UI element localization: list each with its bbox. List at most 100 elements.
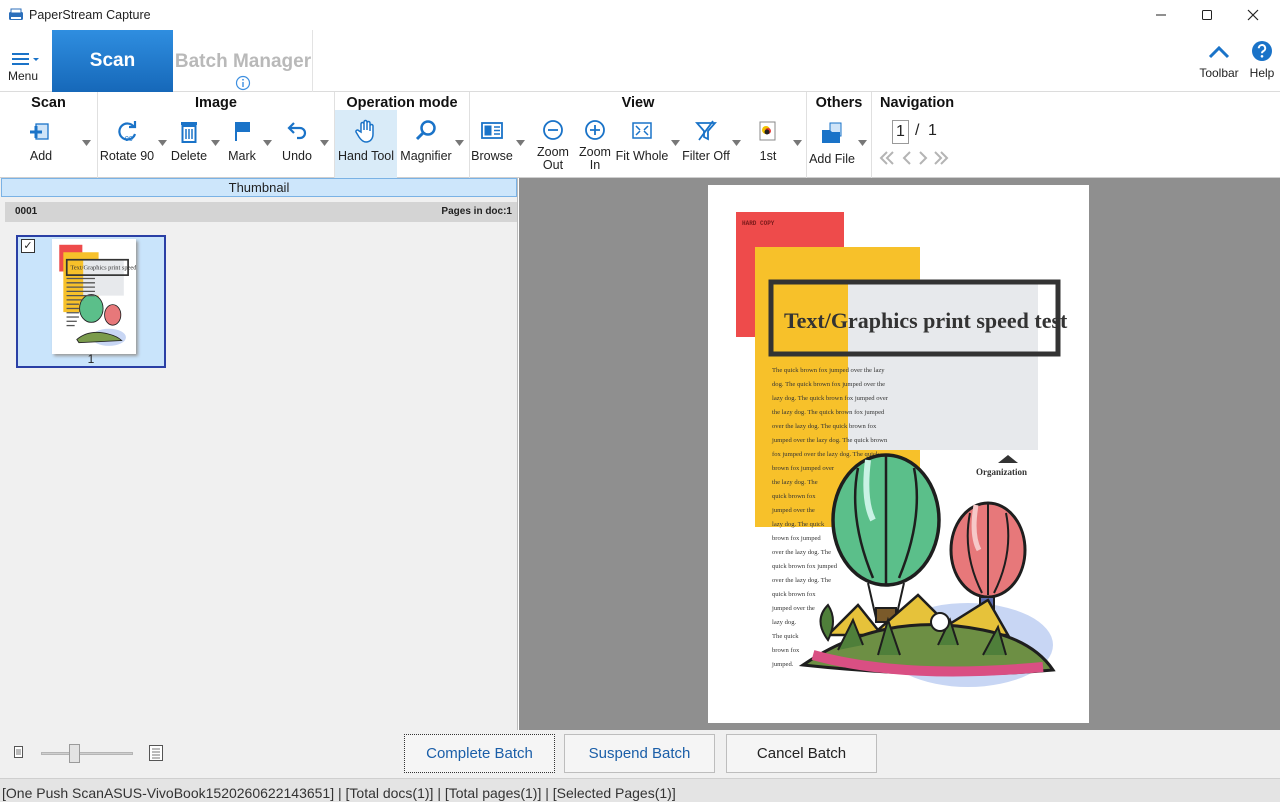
title-bar: PaperStream Capture — [0, 0, 1280, 30]
pages-in-doc: Pages in doc:1 — [441, 206, 512, 217]
toolbar-collapse-button[interactable]: Toolbar — [1196, 40, 1242, 84]
zoom-out-label: Zoom Out — [537, 145, 569, 172]
body-text-line: fox jumped over the lazy dog. The quick — [772, 451, 880, 458]
rotate-dropdown-arrow-icon[interactable] — [158, 140, 167, 146]
body-text-line: quick brown fox jumped — [772, 563, 838, 570]
scanned-page: HARD COPY Text/Graphics print speed test… — [708, 185, 1089, 723]
page-number-input[interactable]: 1 — [892, 120, 909, 144]
zoom-in-button[interactable]: Zoom In — [574, 116, 616, 174]
minimize-icon — [1156, 14, 1166, 16]
large-thumbnail-icon[interactable] — [149, 745, 163, 761]
delete-button[interactable]: Delete — [168, 116, 210, 174]
organization-logo: Organization — [976, 455, 1027, 477]
complete-batch-button[interactable]: Complete Batch — [404, 734, 555, 773]
help-icon — [1252, 41, 1272, 61]
rotate-button[interactable]: 90 Rotate 90 — [98, 116, 156, 174]
gray-block — [848, 280, 1038, 450]
fit-whole-icon — [632, 122, 652, 139]
page-heading: Text/Graphics print speed test — [784, 308, 1068, 333]
group-title-scan: Scan — [31, 95, 66, 111]
browse-label: Browse — [471, 149, 513, 163]
thumbnail-header: Thumbnail — [1, 178, 517, 197]
add-page-icon — [30, 123, 49, 140]
tab-scan[interactable]: Scan — [52, 30, 173, 92]
thumbnail-checkbox[interactable]: ✓ — [21, 239, 35, 253]
add-file-button[interactable]: Add File — [807, 116, 857, 174]
body-text-line: The quick brown fox jumped over the lazy — [772, 367, 885, 374]
first-side-dropdown-arrow-icon[interactable] — [793, 140, 802, 146]
ribbon: Scan Add Image 90 Rotate 90 Delete Mark … — [0, 92, 1280, 178]
group-title-navigation: Navigation — [880, 95, 955, 111]
body-text-line: quick brown fox — [772, 493, 816, 500]
close-button[interactable] — [1230, 0, 1276, 30]
filter-off-dropdown-arrow-icon[interactable] — [732, 140, 741, 146]
add-button[interactable]: Add — [18, 116, 64, 174]
mark-dropdown-arrow-icon[interactable] — [263, 140, 272, 146]
bottom-bar: Complete Batch Suspend Batch Cancel Batc… — [0, 730, 1280, 778]
group-title-view: View — [621, 95, 655, 111]
rotate-icon: 90 — [118, 121, 137, 143]
fit-whole-button[interactable]: Fit Whole — [614, 116, 670, 174]
body-text-line: quick brown fox — [772, 591, 816, 598]
thumbnail-preview: Text/Graphics print speed test — [59, 244, 147, 346]
menu-label: Menu — [7, 69, 39, 83]
browse-button[interactable]: Browse — [470, 116, 514, 174]
group-title-operation-mode: Operation mode — [346, 95, 458, 111]
body-text-line: brown fox jumped — [772, 535, 821, 542]
zoom-out-icon — [543, 120, 563, 140]
thumbnail-size-slider[interactable] — [41, 752, 133, 755]
first-page-icon[interactable] — [878, 150, 896, 166]
zoom-out-button[interactable]: Zoom Out — [532, 116, 574, 174]
body-text-line: dog. The quick brown fox jumped over the — [772, 381, 885, 388]
ribbon-group-view: View Browse Zoom Out Zoom In Fit Whole F… — [470, 92, 807, 178]
add-file-label: Add File — [809, 152, 855, 166]
body-text-line: jumped over the — [771, 507, 815, 514]
minimize-button[interactable] — [1138, 0, 1184, 30]
body-text-line: lazy dog. — [772, 619, 797, 626]
info-icon[interactable] — [235, 75, 251, 91]
cancel-batch-button[interactable]: Cancel Batch — [726, 734, 877, 773]
document-header[interactable]: 0001 Pages in doc:1 — [5, 202, 517, 222]
next-page-icon[interactable] — [914, 150, 932, 166]
image-viewer[interactable]: HARD COPY Text/Graphics print speed test… — [519, 178, 1280, 730]
maximize-button[interactable] — [1184, 0, 1230, 30]
browse-dropdown-arrow-icon[interactable] — [516, 140, 525, 146]
add-file-icon — [822, 122, 842, 143]
thumbnail-pane: Thumbnail 0001 Pages in doc:1 ✓ Text/Gra… — [0, 178, 518, 730]
filter-off-button[interactable]: Filter Off — [678, 116, 734, 174]
undo-dropdown-arrow-icon[interactable] — [320, 140, 329, 146]
thumbnail-size-slider-handle[interactable] — [69, 744, 81, 763]
rotate-badge: 90 — [125, 136, 133, 143]
thumbnail-item[interactable]: ✓ Text/Graphics print speed test — [16, 235, 166, 368]
small-balloon — [949, 501, 1027, 610]
mark-button[interactable]: Mark — [220, 116, 264, 174]
delete-dropdown-arrow-icon[interactable] — [211, 140, 220, 146]
body-text-line: the lazy dog. The quick brown fox jumped — [772, 409, 885, 416]
body-text-line: The quick — [772, 633, 799, 640]
small-thumbnail-icon[interactable] — [14, 746, 23, 758]
tab-batch-manager[interactable]: Batch Manager — [174, 30, 313, 92]
body-text-line: brown fox — [772, 647, 800, 654]
body-text-line: over the lazy dog. The — [772, 549, 831, 556]
chevron-up-icon — [1208, 45, 1230, 59]
add-file-dropdown-arrow-icon[interactable] — [858, 140, 867, 146]
hand-tool-label: Hand Tool — [337, 149, 395, 163]
hand-tool-button[interactable]: Hand Tool — [335, 110, 397, 178]
menu-button[interactable]: Menu — [4, 50, 42, 86]
body-text-line: over the lazy dog. The — [772, 577, 831, 584]
add-dropdown-arrow-icon[interactable] — [82, 140, 91, 146]
undo-button[interactable]: Undo — [274, 116, 320, 174]
hamburger-menu-icon — [12, 53, 39, 65]
help-button[interactable]: Help — [1246, 40, 1278, 84]
magnifier-button[interactable]: Magnifier — [397, 116, 455, 174]
filter-off-icon — [695, 120, 717, 141]
suspend-batch-button[interactable]: Suspend Batch — [564, 734, 715, 773]
fit-whole-label: Fit Whole — [615, 149, 669, 163]
document-id: 0001 — [15, 206, 38, 217]
magnifier-dropdown-arrow-icon[interactable] — [455, 140, 464, 146]
ribbon-group-image: Image 90 Rotate 90 Delete Mark Undo — [98, 92, 335, 178]
last-page-icon[interactable] — [932, 150, 950, 166]
first-side-button[interactable]: 1st — [750, 116, 786, 174]
body-text-line: lazy dog. The quick — [772, 521, 825, 528]
status-bar: [One Push ScanASUS-VivoBook1520260622143… — [0, 778, 1280, 802]
